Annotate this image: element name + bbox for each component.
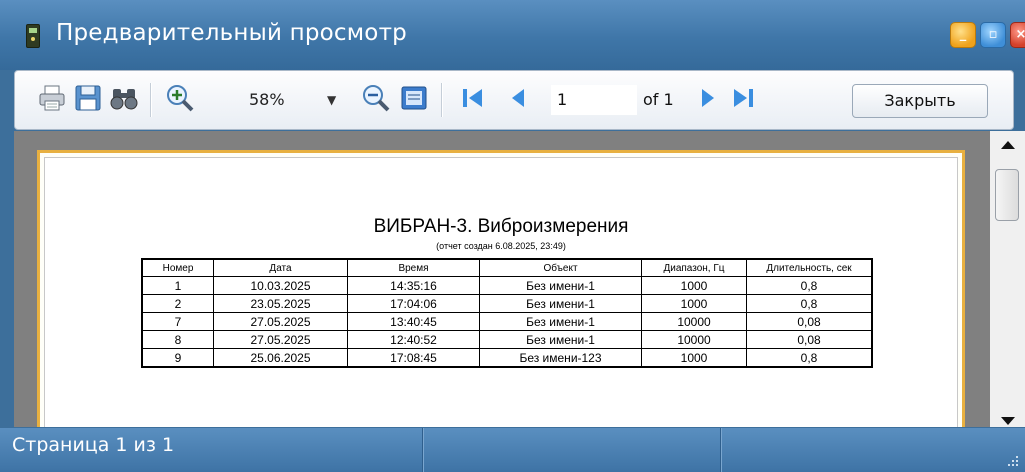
cell-number: 1 (141, 276, 214, 295)
save-icon[interactable] (73, 83, 103, 113)
cell-number: 8 (141, 330, 214, 349)
cell-range: 1000 (641, 276, 747, 295)
scroll-up-icon[interactable] (1001, 141, 1015, 149)
status-divider (422, 428, 424, 472)
table-header-row: Номер Дата Время Объект Диапазон, Гц Дли… (141, 258, 873, 277)
toolbar-separator (150, 83, 152, 117)
column-header: Диапазон, Гц (641, 258, 747, 277)
status-divider (720, 428, 722, 472)
toolbar-separator (441, 83, 443, 117)
first-page-icon[interactable] (458, 83, 488, 113)
window-title: Предварительный просмотр (56, 20, 407, 46)
cell-time: 13:40:45 (347, 312, 480, 331)
report-page-body: ВИБРАН-3. Виброизмерения (отчет создан 6… (44, 157, 958, 427)
cell-duration: 0,8 (746, 348, 873, 368)
zoom-value: 58% (249, 90, 285, 109)
find-icon[interactable] (109, 83, 139, 113)
cell-duration: 0,8 (746, 276, 873, 295)
report-title: ВИБРАН-3. Виброизмерения (373, 216, 629, 237)
cell-range: 1000 (641, 294, 747, 313)
status-bar: Страница 1 из 1 (0, 428, 1025, 472)
toolbar: 58% ▼ 1 of 1 Закрыть (14, 70, 1014, 130)
close-icon: × (1015, 27, 1025, 42)
zoom-select[interactable]: 58% ▼ (239, 85, 349, 115)
page-number-value: 1 (557, 90, 568, 109)
vertical-scrollbar[interactable] (990, 131, 1025, 427)
cell-date: 23.05.2025 (213, 294, 348, 313)
preview-window: Предварительный просмотр _ ▫ × 58% ▼ 1 o… (0, 0, 1025, 472)
minimize-icon: _ (959, 27, 967, 42)
cell-duration: 0,8 (746, 294, 873, 313)
cell-date: 10.03.2025 (213, 276, 348, 295)
next-page-icon[interactable] (693, 83, 723, 113)
scroll-thumb[interactable] (995, 169, 1019, 221)
cell-number: 7 (141, 312, 214, 331)
cell-duration: 0,08 (746, 312, 873, 331)
page-width-icon[interactable] (399, 83, 429, 113)
table-row: 7 27.05.2025 13:40:45 Без имени-1 10000 … (141, 312, 873, 331)
title-bar[interactable]: Предварительный просмотр _ ▫ × (0, 0, 1025, 70)
maximize-icon: ▫ (988, 27, 998, 42)
column-header: Длительность, сек (746, 258, 873, 277)
cell-date: 27.05.2025 (213, 312, 348, 331)
report-subtitle: (отчет создан 6.08.2025, 23:49) (436, 241, 566, 251)
prev-page-icon[interactable] (503, 83, 533, 113)
cell-time: 17:04:06 (347, 294, 480, 313)
page-count-label: of 1 (643, 90, 674, 109)
last-page-icon[interactable] (728, 83, 758, 113)
column-header: Время (347, 258, 480, 277)
table-row: 8 27.05.2025 12:40:52 Без имени-1 10000 … (141, 330, 873, 349)
table-row: 9 25.06.2025 17:08:45 Без имени-123 1000… (141, 348, 873, 368)
report-page: ВИБРАН-3. Виброизмерения (отчет создан 6… (37, 150, 965, 427)
printer-icon[interactable] (37, 83, 67, 113)
app-icon (26, 24, 40, 48)
cell-time: 14:35:16 (347, 276, 480, 295)
cell-time: 12:40:52 (347, 330, 480, 349)
zoom-in-icon[interactable] (165, 83, 195, 113)
minimize-button[interactable]: _ (950, 22, 976, 48)
close-button[interactable]: Закрыть (852, 84, 988, 118)
cell-object: Без имени-123 (479, 348, 642, 368)
cell-duration: 0,08 (746, 330, 873, 349)
cell-date: 27.05.2025 (213, 330, 348, 349)
report-table: Номер Дата Время Объект Диапазон, Гц Дли… (141, 258, 873, 368)
cell-date: 25.06.2025 (213, 348, 348, 368)
cell-number: 2 (141, 294, 214, 313)
cell-time: 17:08:45 (347, 348, 480, 368)
close-window-button[interactable]: × (1010, 22, 1025, 48)
cell-object: Без имени-1 (479, 276, 642, 295)
cell-number: 9 (141, 348, 214, 368)
cell-range: 10000 (641, 312, 747, 331)
column-header: Объект (479, 258, 642, 277)
zoom-out-icon[interactable] (361, 83, 391, 113)
chevron-down-icon: ▼ (327, 93, 337, 107)
cell-object: Без имени-1 (479, 330, 642, 349)
status-page-label: Страница 1 из 1 (12, 434, 175, 456)
cell-object: Без имени-1 (479, 312, 642, 331)
column-header: Дата (213, 258, 348, 277)
preview-area[interactable]: ВИБРАН-3. Виброизмерения (отчет создан 6… (14, 131, 990, 427)
resize-grip-icon[interactable] (1002, 450, 1020, 468)
cell-range: 10000 (641, 330, 747, 349)
cell-range: 1000 (641, 348, 747, 368)
table-row: 2 23.05.2025 17:04:06 Без имени-1 1000 0… (141, 294, 873, 313)
table-row: 1 10.03.2025 14:35:16 Без имени-1 1000 0… (141, 276, 873, 295)
scroll-down-icon[interactable] (1001, 417, 1015, 425)
page-number-input[interactable]: 1 (551, 85, 637, 115)
maximize-button[interactable]: ▫ (980, 22, 1006, 48)
column-header: Номер (141, 258, 214, 277)
cell-object: Без имени-1 (479, 294, 642, 313)
